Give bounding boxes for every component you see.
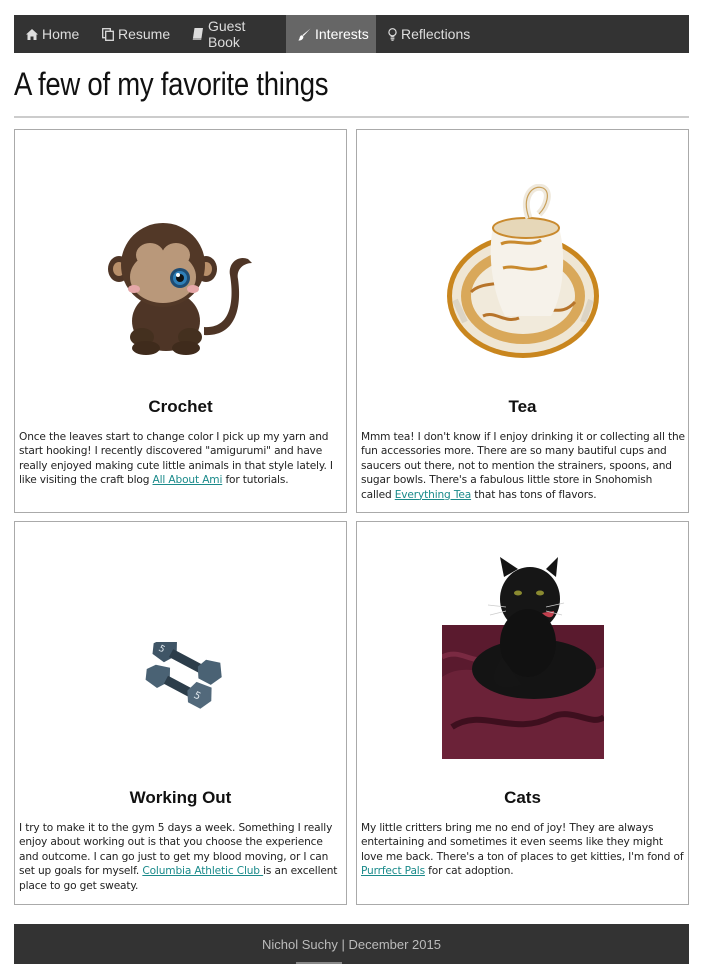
card-text-tea: Mmm tea! I don't know if I enjoy drinkin… bbox=[361, 431, 685, 501]
nav-item-home[interactable]: Home bbox=[14, 15, 90, 53]
nav-item-reflections[interactable]: Reflections bbox=[376, 15, 476, 53]
teacup-image bbox=[357, 184, 688, 360]
book-icon bbox=[192, 28, 204, 40]
nav-label-resume: Resume bbox=[118, 26, 171, 42]
interest-card-cats: Cats My little critters bring me no end … bbox=[356, 521, 689, 905]
lightbulb-icon bbox=[388, 27, 397, 41]
page-title: A few of my favorite things bbox=[14, 66, 329, 102]
link-everything-tea[interactable]: Everything Tea bbox=[395, 489, 471, 501]
brush-icon bbox=[298, 28, 311, 41]
card-title-tea: Tea bbox=[508, 397, 537, 416]
card-title-cats: Cats bbox=[504, 788, 541, 807]
nav-label-home: Home bbox=[42, 26, 80, 42]
nav-item-guest-book[interactable]: Guest Book bbox=[180, 15, 286, 53]
link-all-about-ami[interactable]: All About Ami bbox=[153, 474, 223, 486]
card-title-working-out: Working Out bbox=[129, 788, 232, 807]
link-purrfect-pals[interactable]: Purrfect Pals bbox=[361, 865, 425, 877]
card-text-cats: My little critters bring me no end of jo… bbox=[361, 822, 684, 878]
nav-label-interests: Interests bbox=[315, 26, 369, 42]
nav-label-guest-book: Guest Book bbox=[208, 18, 246, 50]
black-cat-image bbox=[357, 557, 688, 759]
nav-label-reflections: Reflections bbox=[401, 26, 471, 42]
interest-card-tea: Tea Mmm tea! I don't know if I enjoy dri… bbox=[356, 129, 689, 513]
footer-text: Nichol Suchy | December 2015 bbox=[262, 936, 441, 952]
interest-card-crochet: Crochet Once the leaves start to change … bbox=[14, 129, 347, 513]
card-text-working-out: I try to make it to the gym 5 days a wee… bbox=[19, 822, 338, 892]
dumbbells-image: 5 5 bbox=[15, 642, 346, 712]
crochet-monkey-image bbox=[15, 217, 346, 359]
nav-item-resume[interactable]: Resume bbox=[90, 15, 180, 53]
nav-item-interests[interactable]: Interests bbox=[286, 15, 376, 53]
home-icon bbox=[26, 28, 38, 40]
card-text-crochet: Once the leaves start to change color I … bbox=[19, 431, 333, 487]
card-title-crochet: Crochet bbox=[148, 397, 213, 416]
page-footer: Nichol Suchy | December 2015 bbox=[14, 924, 689, 964]
title-divider bbox=[14, 116, 689, 118]
interest-card-working-out: 5 5 Working Out I try to make it to the … bbox=[14, 521, 347, 905]
top-navbar: Home Resume Guest Book Interests Reflect… bbox=[14, 15, 689, 53]
copy-icon bbox=[102, 27, 114, 41]
link-columbia-athletic-club[interactable]: Columbia Athletic Club bbox=[142, 865, 263, 877]
